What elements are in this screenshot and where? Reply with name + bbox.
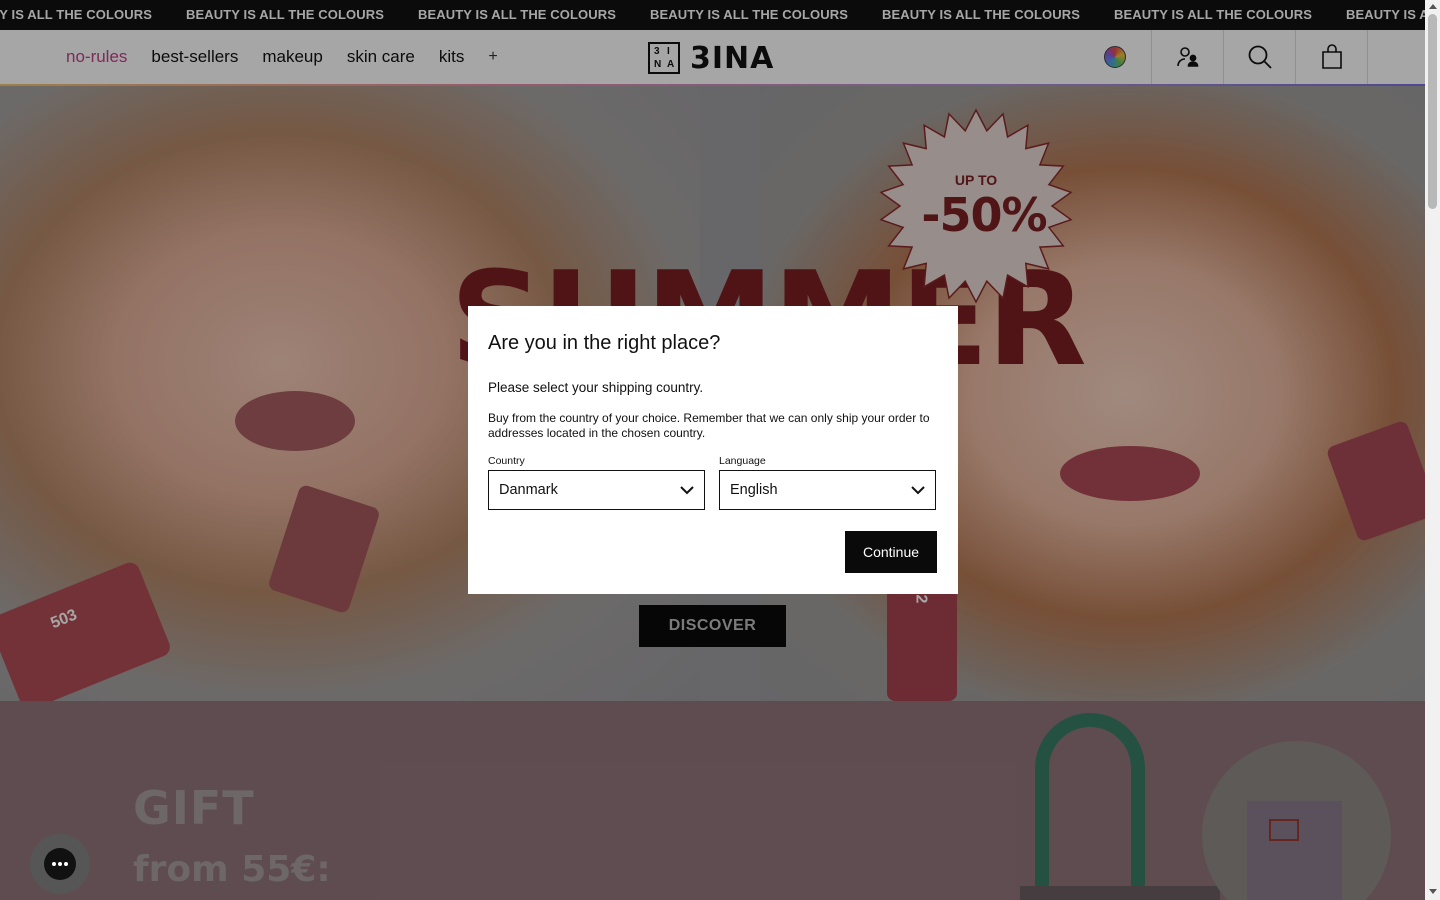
- modal-title: Are you in the right place?: [488, 332, 721, 354]
- scroll-thumb[interactable]: [1428, 14, 1437, 209]
- chat-dots-icon: [52, 862, 68, 866]
- continue-button[interactable]: Continue: [845, 531, 937, 573]
- modal-description: Buy from the country of your choice. Rem…: [488, 411, 930, 440]
- language-select[interactable]: English: [719, 470, 936, 510]
- country-selector-modal: Are you in the right place? Please selec…: [468, 306, 958, 594]
- scroll-down-arrow-icon[interactable]: [1429, 889, 1437, 894]
- country-label: Country: [488, 455, 525, 467]
- modal-fields: Country Danmark Language English: [488, 455, 938, 510]
- language-label: Language: [719, 455, 766, 467]
- chat-button[interactable]: [30, 834, 90, 894]
- modal-subtitle: Please select your shipping country.: [488, 380, 704, 395]
- chevron-down-icon: [911, 485, 925, 494]
- page-scrollbar[interactable]: [1425, 0, 1440, 900]
- chevron-down-icon: [680, 485, 694, 494]
- country-select-value: Danmark: [499, 482, 558, 498]
- chat-icon: [44, 848, 76, 880]
- scroll-up-arrow-icon[interactable]: [1429, 4, 1437, 9]
- country-select[interactable]: Danmark: [488, 470, 705, 510]
- language-select-value: English: [730, 482, 778, 498]
- language-field: Language English: [719, 455, 936, 510]
- country-field: Country Danmark: [488, 455, 705, 510]
